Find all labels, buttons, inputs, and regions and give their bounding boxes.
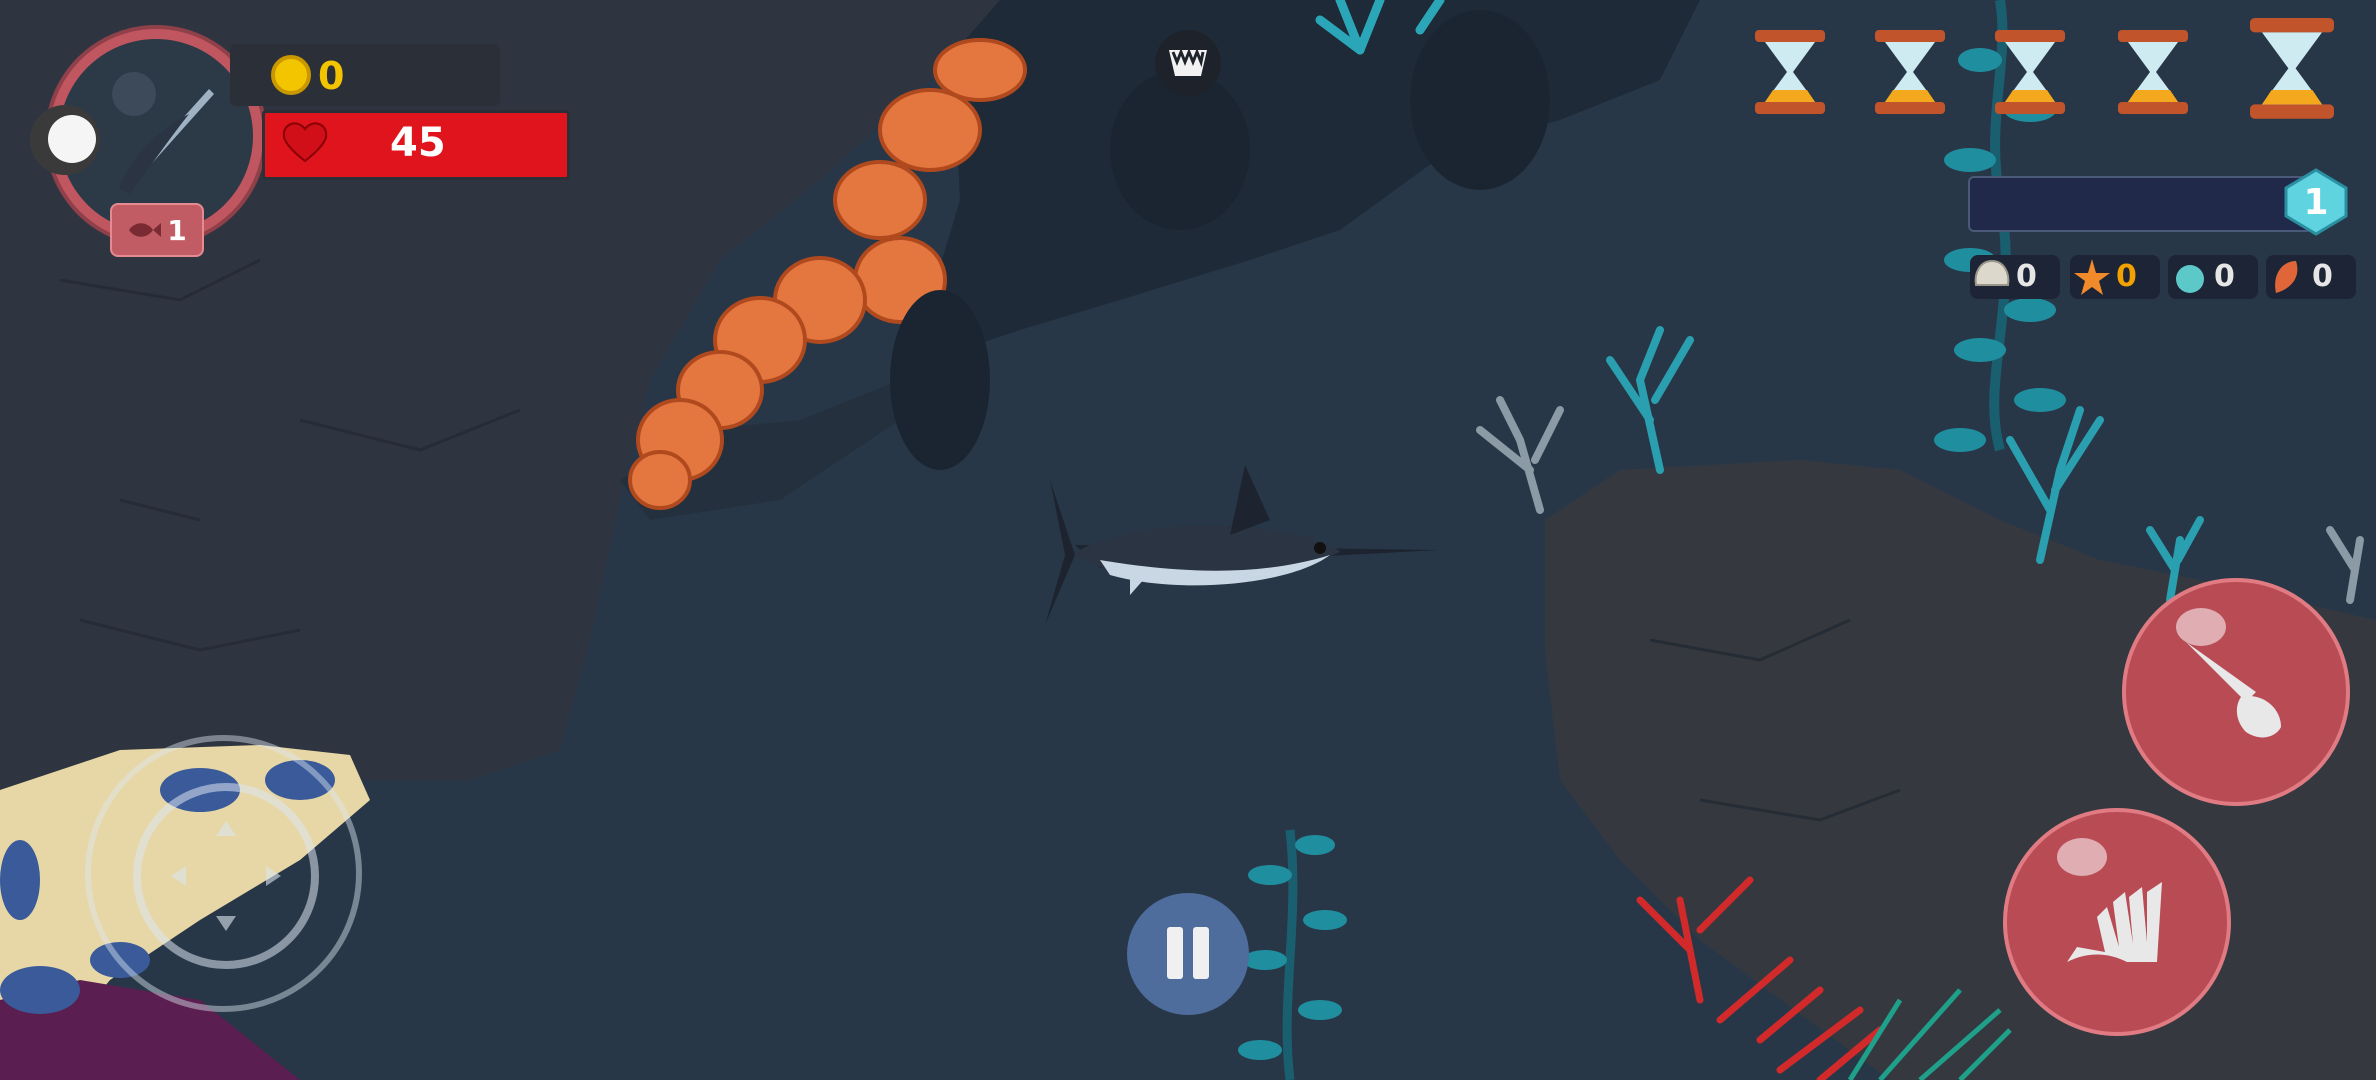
fish-icon	[129, 223, 162, 237]
resource-conch-value: 0	[2312, 259, 2333, 294]
resource-conch: 0	[2266, 255, 2356, 299]
coin-icon	[271, 55, 311, 95]
jaws-icon	[1155, 30, 1221, 96]
resource-sea-urchin: 0	[2168, 255, 2258, 299]
conch-icon	[2275, 261, 2298, 293]
joystick-knob[interactable]	[133, 783, 319, 969]
direction-arrows-icon	[171, 821, 281, 931]
coin-count: 0	[318, 54, 345, 98]
dash-button[interactable]	[2003, 808, 2231, 1036]
starfish-icon	[2074, 259, 2110, 295]
xp-level-value: 1	[2303, 181, 2329, 223]
resource-sea-urchin-value: 0	[2214, 259, 2235, 294]
xp-progress-bar	[1968, 176, 2312, 232]
resource-starfish: 0	[2070, 255, 2160, 299]
sea-urchin-icon	[2176, 265, 2204, 293]
attack-button[interactable]	[2122, 578, 2350, 806]
heart-icon	[282, 122, 328, 163]
player-level-value: 1	[167, 213, 187, 247]
fin-icon	[2067, 882, 2162, 962]
pause-button[interactable]	[1127, 893, 1249, 1015]
resource-shell: 0	[1970, 255, 2060, 299]
shell-icon	[1974, 259, 2010, 286]
joystick-indicator	[30, 105, 100, 175]
player-level-badge: 1	[110, 203, 204, 257]
health-value: 45	[390, 120, 446, 166]
resource-starfish-value: 0	[2116, 259, 2137, 294]
movement-joystick[interactable]	[85, 735, 362, 1012]
swordfish-bill-icon	[2186, 642, 2281, 738]
resource-shell-value: 0	[2016, 259, 2037, 294]
